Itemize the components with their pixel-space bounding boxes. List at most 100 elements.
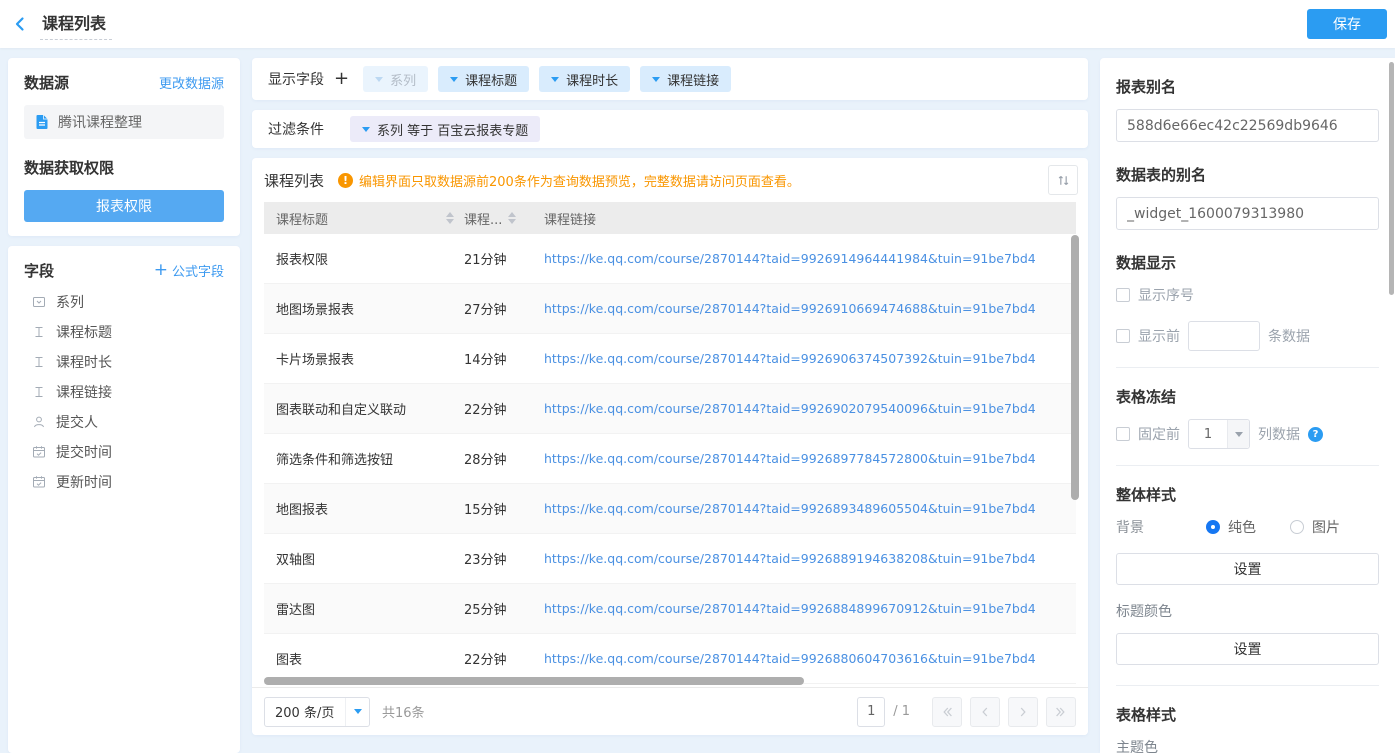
- course-link[interactable]: https://ke.qq.com/course/2870144?taid=99…: [544, 451, 1036, 466]
- table-sort-button[interactable]: [1048, 165, 1078, 195]
- chevron-down-icon: [1235, 432, 1243, 437]
- datasource-title: 数据源: [24, 72, 69, 93]
- table-row: 卡片场景报表 14分钟 https://ke.qq.com/course/287…: [264, 334, 1076, 384]
- field-label: 更新时间: [56, 472, 112, 492]
- page-size-select[interactable]: 200 条/页: [264, 697, 370, 727]
- freeze-count-value: 1: [1189, 427, 1227, 442]
- help-icon[interactable]: ?: [1308, 427, 1323, 442]
- field-item[interactable]: 提交人: [24, 407, 224, 437]
- solid-color-radio[interactable]: [1206, 520, 1220, 534]
- person-icon: [32, 415, 46, 429]
- background-set-button[interactable]: 设置: [1116, 553, 1379, 585]
- freeze-count-select[interactable]: 1: [1188, 419, 1250, 449]
- show-first-checkbox[interactable]: [1116, 329, 1130, 343]
- cell-course-link: https://ke.qq.com/course/2870144?taid=99…: [534, 251, 1076, 267]
- horizontal-scrollbar-thumb[interactable]: [264, 677, 804, 685]
- double-chevron-left-icon: [941, 706, 953, 718]
- last-page-button[interactable]: [1046, 697, 1076, 727]
- first-page-button[interactable]: [932, 697, 962, 727]
- row-limit-input[interactable]: [1188, 321, 1260, 351]
- page-title[interactable]: 课程列表: [40, 8, 112, 40]
- field-label: 提交人: [56, 412, 98, 432]
- display-field-chip[interactable]: 系列: [363, 66, 428, 92]
- display-field-chip[interactable]: 课程链接: [640, 66, 731, 92]
- display-field-chip[interactable]: 课程标题: [438, 66, 529, 92]
- column-header-course-link: 课程链接: [534, 209, 1076, 228]
- cell-course-title: 双轴图: [264, 549, 464, 568]
- course-link[interactable]: https://ke.qq.com/course/2870144?taid=99…: [544, 651, 1036, 666]
- select-icon: [32, 295, 46, 309]
- current-page-input[interactable]: 1: [857, 697, 885, 727]
- course-link[interactable]: https://ke.qq.com/course/2870144?taid=99…: [544, 401, 1036, 416]
- panel-scrollbar-thumb[interactable]: [1389, 62, 1394, 295]
- add-display-field-button[interactable]: +: [334, 70, 349, 88]
- table-vertical-scrollbar-thumb[interactable]: [1071, 235, 1079, 500]
- save-button[interactable]: 保存: [1307, 9, 1387, 39]
- field-item[interactable]: 系列: [24, 287, 224, 317]
- column-header-course-duration[interactable]: 课程...: [464, 209, 534, 228]
- back-button[interactable]: [0, 0, 40, 48]
- chevron-left-icon: [979, 706, 991, 718]
- filter-condition-label: 系列 等于 百宝云报表专题: [377, 120, 528, 139]
- fields-title: 字段: [24, 260, 54, 281]
- show-index-checkbox[interactable]: [1116, 288, 1130, 302]
- add-formula-field-button[interactable]: + 公式字段: [154, 261, 224, 280]
- freeze-checkbox[interactable]: [1116, 427, 1130, 441]
- sort-updown-icon: [1056, 173, 1071, 188]
- sort-arrows-icon[interactable]: [508, 212, 516, 224]
- chevron-left-icon: [12, 16, 28, 32]
- chevron-down-icon: [375, 77, 383, 82]
- cell-course-duration: 21分钟: [464, 249, 534, 268]
- datasource-item[interactable]: 腾讯课程整理: [24, 105, 224, 139]
- chevron-down-icon: [362, 127, 370, 132]
- image-radio[interactable]: [1290, 520, 1304, 534]
- course-table-card: 课程列表 ! 编辑界面只取数据源前200条作为查询数据预览，完整数据请访问页面查…: [252, 158, 1088, 735]
- cell-course-title: 筛选条件和筛选按钮: [264, 449, 464, 468]
- report-permission-button[interactable]: 报表权限: [24, 190, 224, 222]
- table-row: 双轴图 23分钟 https://ke.qq.com/course/287014…: [264, 534, 1076, 584]
- field-item[interactable]: 课程链接: [24, 377, 224, 407]
- table-alias-input[interactable]: [1116, 197, 1379, 230]
- divider: [1116, 465, 1379, 466]
- display-fields-label: 显示字段: [268, 69, 324, 89]
- field-item[interactable]: 更新时间: [24, 467, 224, 497]
- table-card-header: 课程列表 ! 编辑界面只取数据源前200条作为查询数据预览，完整数据请访问页面查…: [252, 158, 1088, 202]
- cell-course-link: https://ke.qq.com/course/2870144?taid=99…: [534, 301, 1076, 317]
- column-label: 课程标题: [276, 209, 328, 228]
- cell-course-title: 图表: [264, 649, 464, 668]
- table-header-row: 课程标题 课程... 课程链接: [264, 202, 1076, 234]
- chevron-right-icon: [1017, 706, 1029, 718]
- theme-color-label: 主题色: [1116, 737, 1379, 753]
- title-color-set-button[interactable]: 设置: [1116, 633, 1379, 665]
- field-item[interactable]: 课程时长: [24, 347, 224, 377]
- display-field-chip[interactable]: 课程时长: [539, 66, 630, 92]
- course-link[interactable]: https://ke.qq.com/course/2870144?taid=99…: [544, 551, 1036, 566]
- prev-page-button[interactable]: [970, 697, 1000, 727]
- formula-field-label: 公式字段: [172, 261, 224, 280]
- course-link[interactable]: https://ke.qq.com/course/2870144?taid=99…: [544, 301, 1036, 316]
- next-page-button[interactable]: [1008, 697, 1038, 727]
- cell-course-duration: 14分钟: [464, 349, 534, 368]
- chip-label: 课程链接: [667, 70, 719, 89]
- cell-course-title: 地图报表: [264, 499, 464, 518]
- sort-arrows-icon[interactable]: [446, 212, 454, 224]
- datasource-name: 腾讯课程整理: [58, 112, 142, 132]
- course-link[interactable]: https://ke.qq.com/course/2870144?taid=99…: [544, 501, 1036, 516]
- field-item[interactable]: 课程标题: [24, 317, 224, 347]
- page-size-value: 200 条/页: [265, 702, 345, 721]
- course-link[interactable]: https://ke.qq.com/course/2870144?taid=99…: [544, 351, 1036, 366]
- filter-condition-chip[interactable]: 系列 等于 百宝云报表专题: [350, 116, 540, 142]
- course-link[interactable]: https://ke.qq.com/course/2870144?taid=99…: [544, 251, 1036, 266]
- change-datasource-link[interactable]: 更改数据源: [159, 73, 224, 92]
- cell-course-link: https://ke.qq.com/course/2870144?taid=99…: [534, 351, 1076, 367]
- show-first-label: 显示前: [1138, 326, 1180, 346]
- column-header-course-title[interactable]: 课程标题: [264, 209, 464, 228]
- table-row: 筛选条件和筛选按钮 28分钟 https://ke.qq.com/course/…: [264, 434, 1076, 484]
- text-icon: [32, 385, 46, 399]
- double-chevron-right-icon: [1055, 706, 1067, 718]
- report-alias-input[interactable]: [1116, 109, 1379, 142]
- field-item[interactable]: 提交时间: [24, 437, 224, 467]
- cell-course-duration: 27分钟: [464, 299, 534, 318]
- freeze-suffix-label: 列数据: [1258, 424, 1300, 444]
- course-link[interactable]: https://ke.qq.com/course/2870144?taid=99…: [544, 601, 1036, 616]
